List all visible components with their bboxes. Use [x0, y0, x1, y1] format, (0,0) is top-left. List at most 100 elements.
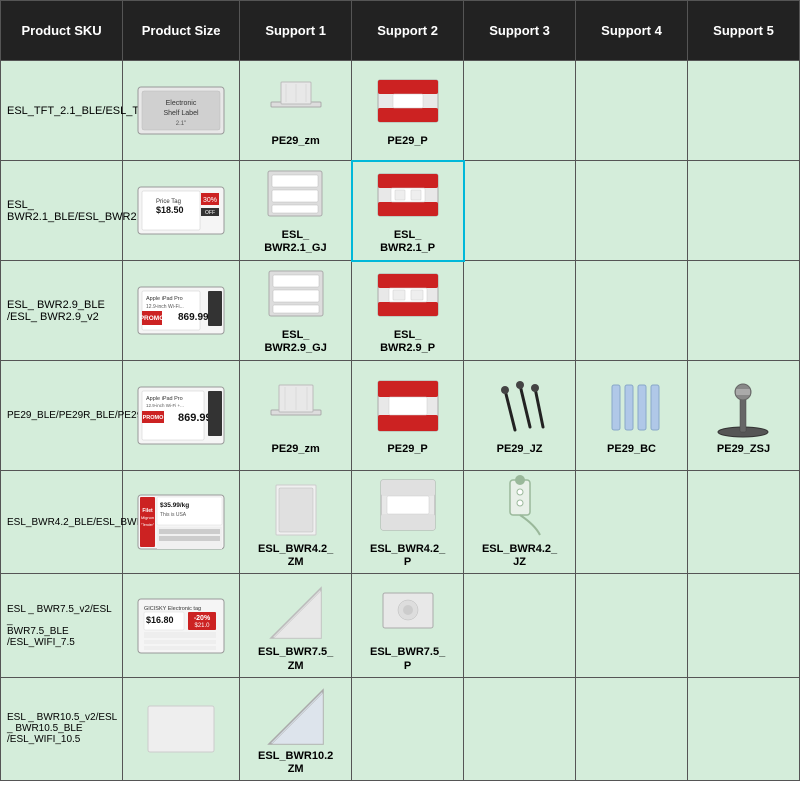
support1-cell: ESL_BWR10.2ZM: [240, 677, 352, 780]
support2-label: ESL_BWR2.1_P: [380, 229, 435, 255]
support2-cell: PE29_P: [352, 61, 464, 161]
size-cell: Apple iPad Pro 12.9-inch Wi-Fi... PROMO …: [123, 261, 240, 361]
support4-cell: PE29_BC: [576, 361, 688, 471]
support5-cell: [687, 574, 799, 677]
svg-text:Mignon: Mignon: [141, 515, 154, 520]
support1-label: PE29_zm: [271, 135, 319, 148]
size-cell: Filet Mignon "Tender" $35.99/kg This is …: [123, 471, 240, 574]
support1-cell: ESL_BWR4.2_ZM: [240, 471, 352, 574]
support4-cell: [576, 161, 688, 261]
support2-label: ESL_BWR2.9_P: [380, 329, 435, 355]
support1-cell: PE29_zm: [240, 361, 352, 471]
support1-cell: PE29_zm: [240, 61, 352, 161]
size-cell: Electronic Shelf Label 2.1": [123, 61, 240, 161]
support1-cell: ESL_BWR2.9_GJ: [240, 261, 352, 361]
support4-cell: [576, 574, 688, 677]
sku-cell: ESL_ BWR2.1_BLE/ESL_BWR2.1_v2: [1, 161, 123, 261]
header-support1: Support 1: [240, 1, 352, 61]
svg-text:Electronic: Electronic: [166, 100, 197, 107]
table-row: ESL _ BWR7.5_v2/ESL _BWR7.5_BLE/ESL_WIFI…: [1, 574, 800, 677]
svg-text:PROMO: PROMO: [143, 415, 165, 421]
header-support2: Support 2: [352, 1, 464, 61]
svg-text:30%: 30%: [203, 197, 217, 204]
table-row: ESL_BWR4.2_BLE/ESL_BWR4.2_v2 Filet Migno…: [1, 471, 800, 574]
support3-cell: PE29_JZ: [464, 361, 576, 471]
support1-label: ESL_BWR2.1_GJ: [264, 229, 326, 255]
support5-cell: [687, 471, 799, 574]
support3-cell: [464, 161, 576, 261]
svg-text:$16.80: $16.80: [146, 615, 174, 625]
header-support4: Support 4: [576, 1, 688, 61]
table-row: ESL_ BWR2.9_BLE/ESL_ BWR2.9_v2 Apple iPa…: [1, 261, 800, 361]
support3-cell: [464, 677, 576, 780]
support5-cell: [687, 677, 799, 780]
support1-label: ESL_BWR10.2ZM: [258, 750, 333, 776]
svg-text:-20%: -20%: [194, 615, 211, 622]
support3-cell: ESL_BWR4.2_JZ: [464, 471, 576, 574]
svg-text:$18.50: $18.50: [156, 205, 184, 215]
support2-label: ESL_BWR4.2_P: [370, 543, 445, 569]
support1-label: ESL_BWR2.9_GJ: [264, 329, 326, 355]
support2-cell: [352, 677, 464, 780]
svg-text:GICISKY Electronic tag: GICISKY Electronic tag: [144, 606, 201, 612]
support2-cell: ESL_BWR2.1_P: [352, 161, 464, 261]
sku-cell: ESL _ BWR7.5_v2/ESL _BWR7.5_BLE/ESL_WIFI…: [1, 574, 123, 677]
size-cell: [123, 677, 240, 780]
svg-text:Filet: Filet: [143, 508, 154, 514]
support4-label: PE29_BC: [607, 443, 656, 456]
support2-cell: PE29_P: [352, 361, 464, 471]
svg-text:PROMO: PROMO: [140, 315, 165, 322]
size-cell: Apple iPad Pro 12.9-inch Wi-Fi +... PROM…: [123, 361, 240, 471]
support1-label: ESL_BWR4.2_ZM: [258, 543, 333, 569]
support4-cell: [576, 61, 688, 161]
svg-text:Apple iPad Pro: Apple iPad Pro: [146, 396, 183, 402]
sku-cell: ESL_ BWR2.9_BLE/ESL_ BWR2.9_v2: [1, 261, 123, 361]
table-row: ESL_TFT_2.1_BLE/ESL_TFT_2.1_v2 Electroni…: [1, 61, 800, 161]
table-row: PE29_BLE/PE29R_BLE/PE29_V2/PE29R_V2 Appl…: [1, 361, 800, 471]
svg-text:12.9-inch Wi-Fi...: 12.9-inch Wi-Fi...: [146, 304, 184, 310]
support1-label: ESL_BWR7.5_ZM: [258, 646, 333, 672]
support3-cell: [464, 574, 576, 677]
support3-cell: [464, 261, 576, 361]
header-support5: Support 5: [687, 1, 799, 61]
support5-cell: PE29_ZSJ: [687, 361, 799, 471]
svg-text:This is USA: This is USA: [160, 512, 187, 518]
sku-cell: ESL _ BWR10.5_v2/ESL _ BWR10.5_BLE/ESL_W…: [1, 677, 123, 780]
header-support3: Support 3: [464, 1, 576, 61]
svg-text:OFF: OFF: [205, 210, 215, 216]
svg-text:Shelf Label: Shelf Label: [164, 110, 199, 117]
support1-cell: ESL_BWR2.1_GJ: [240, 161, 352, 261]
size-cell: GICISKY Electronic tag $16.80 -20% $21.0: [123, 574, 240, 677]
svg-text:2.1": 2.1": [176, 121, 186, 127]
support5-cell: [687, 261, 799, 361]
svg-text:12.9-inch Wi-Fi +...: 12.9-inch Wi-Fi +...: [146, 403, 184, 408]
table-row: ESL _ BWR10.5_v2/ESL _ BWR10.5_BLE/ESL_W…: [1, 677, 800, 780]
support3-label: PE29_JZ: [497, 443, 543, 456]
support2-label: PE29_P: [387, 135, 427, 148]
svg-text:$35.99/kg: $35.99/kg: [160, 502, 189, 509]
support3-cell: [464, 61, 576, 161]
svg-text:"Tender": "Tender": [141, 523, 155, 527]
support3-label: ESL_BWR4.2_JZ: [482, 543, 557, 569]
sku-cell: PE29_BLE/PE29R_BLE/PE29_V2/PE29R_V2: [1, 361, 123, 471]
sku-cell: ESL_TFT_2.1_BLE/ESL_TFT_2.1_v2: [1, 61, 123, 161]
support2-label: PE29_P: [387, 443, 427, 456]
header-size: Product Size: [123, 1, 240, 61]
support2-cell: ESL_BWR4.2_P: [352, 471, 464, 574]
support2-cell: ESL_BWR2.9_P: [352, 261, 464, 361]
table-row: ESL_ BWR2.1_BLE/ESL_BWR2.1_v2 Price Tag …: [1, 161, 800, 261]
support2-label: ESL_BWR7.5_P: [370, 646, 445, 672]
sku-cell: ESL_BWR4.2_BLE/ESL_BWR4.2_v2: [1, 471, 123, 574]
support1-label: PE29_zm: [271, 443, 319, 456]
header-sku: Product SKU: [1, 1, 123, 61]
support4-cell: [576, 677, 688, 780]
support4-cell: [576, 261, 688, 361]
support1-cell: ESL_BWR7.5_ZM: [240, 574, 352, 677]
support5-label: PE29_ZSJ: [717, 443, 770, 456]
svg-text:869.99: 869.99: [178, 312, 209, 323]
support4-cell: [576, 471, 688, 574]
support2-cell: ESL_BWR7.5_P: [352, 574, 464, 677]
support5-cell: [687, 61, 799, 161]
size-cell: Price Tag $18.50 30% OFF: [123, 161, 240, 261]
svg-text:$21.0: $21.0: [195, 623, 211, 629]
